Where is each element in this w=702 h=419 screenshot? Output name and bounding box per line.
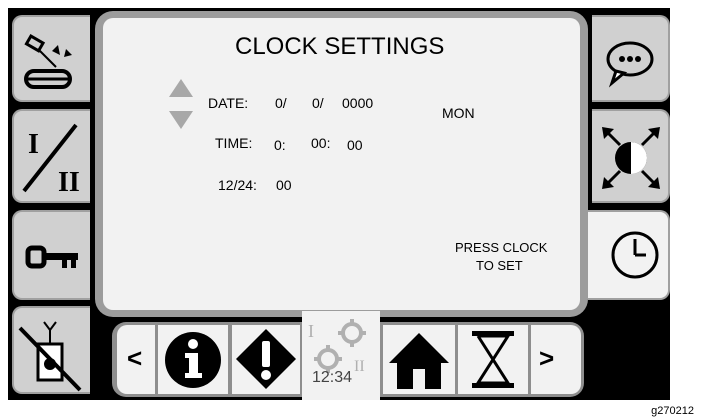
- settings-mark-II: II: [354, 358, 365, 375]
- clock-button[interactable]: [588, 210, 670, 300]
- belt-drive-icon: [24, 33, 72, 89]
- range-I-II-icon: I II: [22, 123, 80, 198]
- key-button[interactable]: [12, 210, 90, 300]
- info-button[interactable]: [158, 325, 228, 394]
- date-day-field[interactable]: 0/: [275, 95, 287, 111]
- date-label: DATE:: [208, 95, 249, 111]
- range-select-button[interactable]: I II: [12, 109, 90, 203]
- message-button[interactable]: [592, 15, 670, 102]
- svg-text:I: I: [28, 129, 39, 160]
- hint-line-2: TO SET: [476, 258, 523, 273]
- time-minute-field[interactable]: 00:: [311, 135, 330, 151]
- date-year-field[interactable]: 0000: [342, 95, 373, 111]
- settings-button[interactable]: I II 12:34: [302, 311, 380, 400]
- info-icon: [165, 332, 221, 388]
- prev-button[interactable]: <: [117, 325, 155, 394]
- belt-drive-button[interactable]: [12, 15, 90, 102]
- date-month-field[interactable]: 0/: [312, 95, 324, 111]
- time-second-field[interactable]: 00: [347, 137, 363, 153]
- down-arrow-icon[interactable]: [168, 110, 194, 130]
- clock-icon: [611, 231, 659, 279]
- svg-text:II: II: [58, 167, 80, 198]
- remote-disabled-icon: [18, 321, 82, 392]
- up-arrow-icon[interactable]: [168, 78, 194, 98]
- key-icon: [25, 245, 78, 269]
- home-icon: [389, 333, 449, 389]
- format-value-field[interactable]: 00: [276, 177, 292, 193]
- time-hour-field[interactable]: 0:: [274, 137, 286, 153]
- remote-button[interactable]: [12, 306, 90, 394]
- hint-line-1: PRESS CLOCK: [455, 240, 548, 255]
- hourglass-icon: [472, 331, 514, 388]
- hour-meter-button[interactable]: [458, 325, 528, 394]
- format-label: 12/24:: [218, 177, 257, 193]
- weekday-value: MON: [442, 105, 475, 121]
- fullscreen-icon: [602, 127, 660, 189]
- fullscreen-button[interactable]: [592, 109, 670, 203]
- figure-caption: g270212: [651, 405, 694, 417]
- message-bubble-icon: [606, 41, 654, 88]
- page-title: CLOCK SETTINGS: [235, 33, 445, 60]
- time-label: TIME:: [215, 135, 253, 151]
- prev-label: <: [127, 343, 143, 373]
- warning-icon: [236, 329, 296, 389]
- next-button[interactable]: >: [531, 325, 581, 394]
- settings-mark-I: I: [308, 321, 314, 341]
- home-button[interactable]: [383, 325, 455, 394]
- warning-button[interactable]: [232, 325, 300, 394]
- settings-time-label: 12:34: [312, 369, 353, 386]
- next-label: >: [539, 343, 555, 373]
